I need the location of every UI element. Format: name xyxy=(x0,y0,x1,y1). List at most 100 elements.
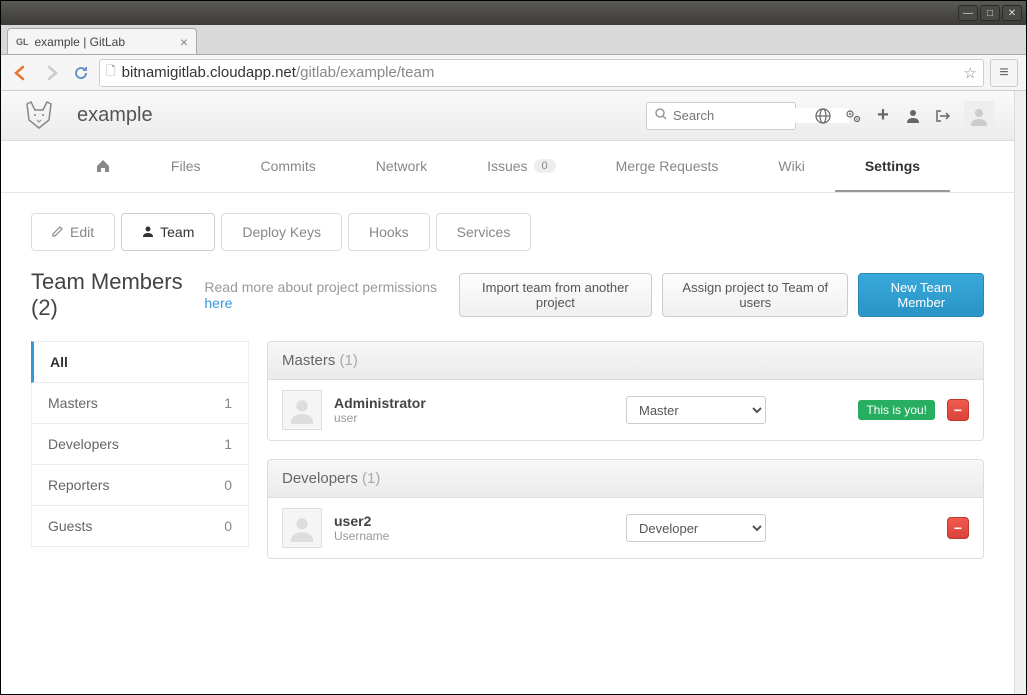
subtab-edit[interactable]: Edit xyxy=(31,213,115,251)
tab-close-icon[interactable]: × xyxy=(180,34,188,50)
role-count: (1) xyxy=(340,352,358,369)
nav-issues[interactable]: Issues 0 xyxy=(457,142,586,192)
members-column: Masters (1) Administrator user xyxy=(267,341,984,577)
filter-developers-label: Developers xyxy=(48,436,119,452)
settings-sub-tabs: Edit Team Deploy Keys Hooks Services xyxy=(31,213,984,251)
gears-icon xyxy=(844,108,862,124)
person-small-icon xyxy=(142,225,154,240)
logout-button[interactable] xyxy=(928,101,958,131)
role-name: Masters xyxy=(282,352,335,369)
filter-guests[interactable]: Guests 0 xyxy=(31,506,249,547)
filter-all-label: All xyxy=(50,354,68,370)
nav-network[interactable]: Network xyxy=(346,142,457,192)
browser-tab-strip: GL example | GitLab × xyxy=(1,25,1026,55)
role-header-masters: Masters (1) xyxy=(268,342,983,380)
user-avatar[interactable] xyxy=(964,101,994,131)
home-icon xyxy=(95,158,111,174)
filter-all[interactable]: All xyxy=(31,341,249,383)
gitlab-logo[interactable] xyxy=(21,98,57,134)
os-maximize-button[interactable]: □ xyxy=(980,5,1000,21)
assign-team-button[interactable]: Assign project to Team of users xyxy=(662,273,848,317)
nav-settings[interactable]: Settings xyxy=(835,142,950,192)
minus-icon: − xyxy=(954,402,962,418)
nav-commits[interactable]: Commits xyxy=(230,142,345,192)
url-host: bitnamigitlab.cloudapp.net xyxy=(122,64,296,81)
filter-developers[interactable]: Developers 1 xyxy=(31,424,249,465)
member-row: Administrator user Master This is you! − xyxy=(268,380,983,440)
new-project-button[interactable]: + xyxy=(868,101,898,131)
avatar-placeholder-icon xyxy=(969,106,989,126)
member-role-select[interactable]: Developer xyxy=(626,514,766,542)
member-role-select[interactable]: Master xyxy=(626,396,766,424)
filter-masters[interactable]: Masters 1 xyxy=(31,383,249,424)
minus-icon: − xyxy=(954,520,962,536)
project-name[interactable]: example xyxy=(77,104,153,127)
subtab-team-label: Team xyxy=(160,224,194,240)
os-close-button[interactable]: ✕ xyxy=(1002,5,1022,21)
subtab-team[interactable]: Team xyxy=(121,213,215,251)
member-row: user2 Username Developer − xyxy=(268,498,983,558)
subtab-deploy-keys[interactable]: Deploy Keys xyxy=(221,213,342,251)
browser-reload-button[interactable] xyxy=(69,61,93,85)
member-info: user2 Username xyxy=(334,513,614,543)
permissions-link[interactable]: here xyxy=(204,295,232,311)
avatar-placeholder-icon xyxy=(288,396,316,424)
role-group-developers: Developers (1) user2 Username xyxy=(267,459,984,559)
member-info: Administrator user xyxy=(334,395,614,425)
member-name[interactable]: Administrator xyxy=(334,395,614,411)
subtab-services[interactable]: Services xyxy=(436,213,532,251)
title-text: Team Members xyxy=(31,269,183,294)
arrow-left-icon xyxy=(11,63,31,83)
nav-issues-label: Issues xyxy=(487,158,527,174)
plus-icon: + xyxy=(877,104,889,127)
remove-member-button[interactable]: − xyxy=(947,399,969,421)
title-row: Team Members (2) Read more about project… xyxy=(31,269,984,321)
member-username: Username xyxy=(334,529,614,543)
page-icon: 🗋 xyxy=(106,62,116,83)
filter-reporters[interactable]: Reporters 0 xyxy=(31,465,249,506)
member-name[interactable]: user2 xyxy=(334,513,614,529)
os-titlebar: — □ ✕ xyxy=(1,1,1026,25)
globe-button[interactable] xyxy=(808,101,838,131)
nav-files[interactable]: Files xyxy=(141,142,231,192)
filter-reporters-label: Reporters xyxy=(48,477,109,493)
nav-home[interactable] xyxy=(65,142,141,192)
search-box[interactable] xyxy=(646,102,796,130)
browser-toolbar: 🗋 bitnamigitlab.cloudapp.net/gitlab/exam… xyxy=(1,55,1026,91)
fox-logo-icon xyxy=(21,98,57,134)
title-count: (2) xyxy=(31,295,58,320)
pencil-icon xyxy=(52,225,64,240)
os-minimize-button[interactable]: — xyxy=(958,5,978,21)
browser-menu-button[interactable]: ≡ xyxy=(990,59,1018,87)
subtab-hooks[interactable]: Hooks xyxy=(348,213,430,251)
page-title: Team Members (2) xyxy=(31,269,194,321)
filter-guests-label: Guests xyxy=(48,518,92,534)
nav-merge-requests[interactable]: Merge Requests xyxy=(586,142,749,192)
nav-wiki[interactable]: Wiki xyxy=(748,142,834,192)
vertical-scrollbar[interactable] xyxy=(1014,91,1026,694)
url-bar[interactable]: 🗋 bitnamigitlab.cloudapp.net/gitlab/exam… xyxy=(99,59,984,87)
admin-gears-button[interactable] xyxy=(838,101,868,131)
browser-tab[interactable]: GL example | GitLab × xyxy=(7,28,197,54)
profile-button[interactable] xyxy=(898,101,928,131)
remove-member-button[interactable]: − xyxy=(947,517,969,539)
filter-masters-count: 1 xyxy=(224,395,232,411)
avatar-placeholder-icon xyxy=(288,514,316,542)
issues-count-badge: 0 xyxy=(534,159,556,173)
browser-forward-button[interactable] xyxy=(39,61,63,85)
you-badge: This is you! xyxy=(858,400,935,420)
filter-masters-label: Masters xyxy=(48,395,98,411)
new-team-member-button[interactable]: New Team Member xyxy=(858,273,984,317)
role-name: Developers xyxy=(282,470,358,487)
browser-back-button[interactable] xyxy=(9,61,33,85)
person-icon xyxy=(906,109,920,123)
filter-reporters-count: 0 xyxy=(224,477,232,493)
hamburger-icon: ≡ xyxy=(999,64,1008,82)
import-team-button[interactable]: Import team from another project xyxy=(459,273,653,317)
permissions-text: Read more about project permissions here xyxy=(204,279,438,311)
tab-title: example | GitLab xyxy=(35,35,180,49)
bookmark-star-icon[interactable]: ☆ xyxy=(964,64,977,82)
tab-favicon: GL xyxy=(16,37,29,47)
role-header-developers: Developers (1) xyxy=(268,460,983,498)
reload-icon xyxy=(73,65,89,81)
